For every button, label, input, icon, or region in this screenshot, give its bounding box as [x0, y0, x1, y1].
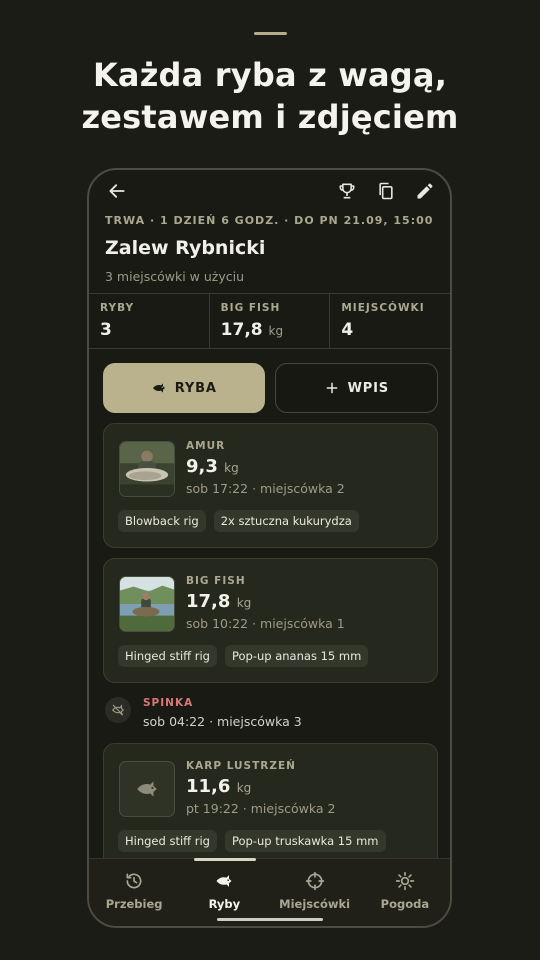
- nav-item-ryby[interactable]: Ryby: [179, 871, 269, 911]
- event-title: SPINKA: [143, 697, 194, 709]
- nav-label: Przebieg: [105, 897, 163, 911]
- trophy-icon[interactable]: [334, 178, 360, 204]
- catch-info: AMUR 9,3 kg sob 17:22 · miejscówka 2: [186, 440, 345, 496]
- catch-photo[interactable]: [119, 576, 175, 632]
- copy-icon[interactable]: [373, 178, 399, 204]
- fish-icon: [137, 781, 157, 797]
- crosshair-icon: [305, 871, 324, 891]
- catch-species: KARP LUSTRZEŃ: [186, 760, 296, 772]
- catch-unit: kg: [224, 461, 239, 475]
- catch-photo-placeholder[interactable]: [119, 761, 175, 817]
- bait-tag: Pop-up truskawka 15 mm: [224, 830, 386, 852]
- stat-value: 17,8: [220, 320, 263, 340]
- edit-icon[interactable]: [412, 178, 438, 204]
- top-decoration-dash: [254, 32, 287, 35]
- catch-info: BIG FISH 17,8 kg sob 10:22 · miejscówka …: [186, 575, 345, 631]
- app-bar: [89, 170, 450, 210]
- action-buttons: RYBA WPIS: [103, 363, 438, 413]
- catch-meta: sob 10:22 · miejscówka 1: [186, 616, 345, 631]
- nav-item-przebieg[interactable]: Przebieg: [89, 871, 179, 911]
- stat-label: MIEJSCÓWKI: [341, 302, 425, 314]
- catch-meta: pt 19:22 · miejscówka 2: [186, 801, 336, 816]
- sun-icon: [395, 871, 415, 891]
- nav-item-miejscowki[interactable]: Miejscówki: [270, 871, 360, 911]
- catch-card[interactable]: AMUR 9,3 kg sob 17:22 · miejscówka 2 Blo…: [103, 423, 438, 548]
- plus-icon: [326, 382, 338, 394]
- catch-card[interactable]: KARP LUSTRZEŃ 11,6 kg pt 19:22 · miejscó…: [103, 743, 438, 873]
- session-info: TRWA · 1 DZIEŃ 6 GODZ. · DO PN 21.09, 15…: [105, 214, 438, 284]
- catch-weight: 17,8: [186, 591, 231, 612]
- nav-item-pogoda[interactable]: Pogoda: [360, 871, 450, 911]
- catch-weight: 9,3: [186, 456, 218, 477]
- fish-icon: [216, 875, 232, 887]
- stat-unit: kg: [268, 324, 284, 338]
- add-fish-button[interactable]: RYBA: [103, 363, 265, 413]
- stats-bar: RYBY 3 BIG FISH 17,8 kg MIEJSCÓWKI 4: [89, 293, 450, 349]
- catch-photo[interactable]: [119, 441, 175, 497]
- catch-meta: sob 17:22 · miejscówka 2: [186, 481, 345, 496]
- headline-line-2: zestawem i zdjęciem: [81, 98, 459, 136]
- catch-species: BIG FISH: [186, 575, 246, 587]
- add-entry-label: WPIS: [347, 380, 389, 396]
- add-fish-label: RYBA: [174, 380, 217, 396]
- stat-value: 3: [100, 320, 112, 340]
- catch-card[interactable]: BIG FISH 17,8 kg sob 10:22 · miejscówka …: [103, 558, 438, 683]
- water-name: Zalew Rybnicki: [105, 237, 266, 259]
- catch-weight: 11,6: [186, 776, 231, 797]
- session-status: TRWA · 1 DZIEŃ 6 GODZ. · DO PN 21.09, 15…: [105, 214, 434, 227]
- rig-tag: Blowback rig: [118, 510, 206, 532]
- history-icon: [126, 873, 142, 889]
- nav-active-indicator: [194, 858, 256, 861]
- headline-line-1: Każda ryba z wagą,: [92, 56, 448, 94]
- bait-tag: Pop-up ananas 15 mm: [224, 645, 369, 667]
- bait-tag: 2x sztuczna kukurydza: [213, 510, 359, 532]
- catch-species: AMUR: [186, 440, 226, 452]
- catch-tags: Hinged stiff rig Pop-up truskawka 15 mm: [118, 830, 386, 852]
- bottom-nav: Przebieg Ryby Miejscówki Pogoda: [89, 858, 450, 926]
- stat-big-fish: BIG FISH 17,8 kg: [210, 294, 331, 348]
- fish-icon: [152, 383, 165, 393]
- arrow-back-icon[interactable]: [104, 178, 130, 204]
- add-entry-button[interactable]: WPIS: [274, 363, 438, 413]
- stat-label: RYBY: [100, 302, 135, 314]
- home-indicator[interactable]: [217, 918, 323, 921]
- stat-value: 4: [341, 320, 354, 340]
- catch-unit: kg: [236, 596, 252, 610]
- rig-tag: Hinged stiff rig: [118, 645, 217, 667]
- event-row[interactable]: SPINKA sob 04:22 · miejscówka 3: [103, 694, 438, 730]
- nav-label: Pogoda: [380, 897, 430, 911]
- lost-fish-icon: [105, 697, 131, 723]
- headline: Każda ryba z wagą, zestawem i zdjęciem: [0, 54, 540, 138]
- nav-label: Miejscówki: [279, 897, 351, 911]
- stat-spots: MIEJSCÓWKI 4: [330, 294, 450, 348]
- catch-info: KARP LUSTRZEŃ 11,6 kg pt 19:22 · miejscó…: [186, 760, 335, 816]
- rig-tag: Hinged stiff rig: [118, 830, 217, 852]
- catch-tags: Hinged stiff rig Pop-up ananas 15 mm: [118, 645, 369, 667]
- stat-fish-count: RYBY 3: [89, 294, 210, 348]
- event-meta: sob 04:22 · miejscówka 3: [143, 714, 302, 729]
- nav-label: Ryby: [208, 897, 241, 911]
- spots-used: 3 miejscówki w użyciu: [105, 269, 245, 284]
- catch-unit: kg: [236, 781, 252, 795]
- catch-tags: Blowback rig 2x sztuczna kukurydza: [118, 510, 359, 532]
- stat-label: BIG FISH: [220, 302, 281, 314]
- phone-frame: TRWA · 1 DZIEŃ 6 GODZ. · DO PN 21.09, 15…: [87, 168, 452, 928]
